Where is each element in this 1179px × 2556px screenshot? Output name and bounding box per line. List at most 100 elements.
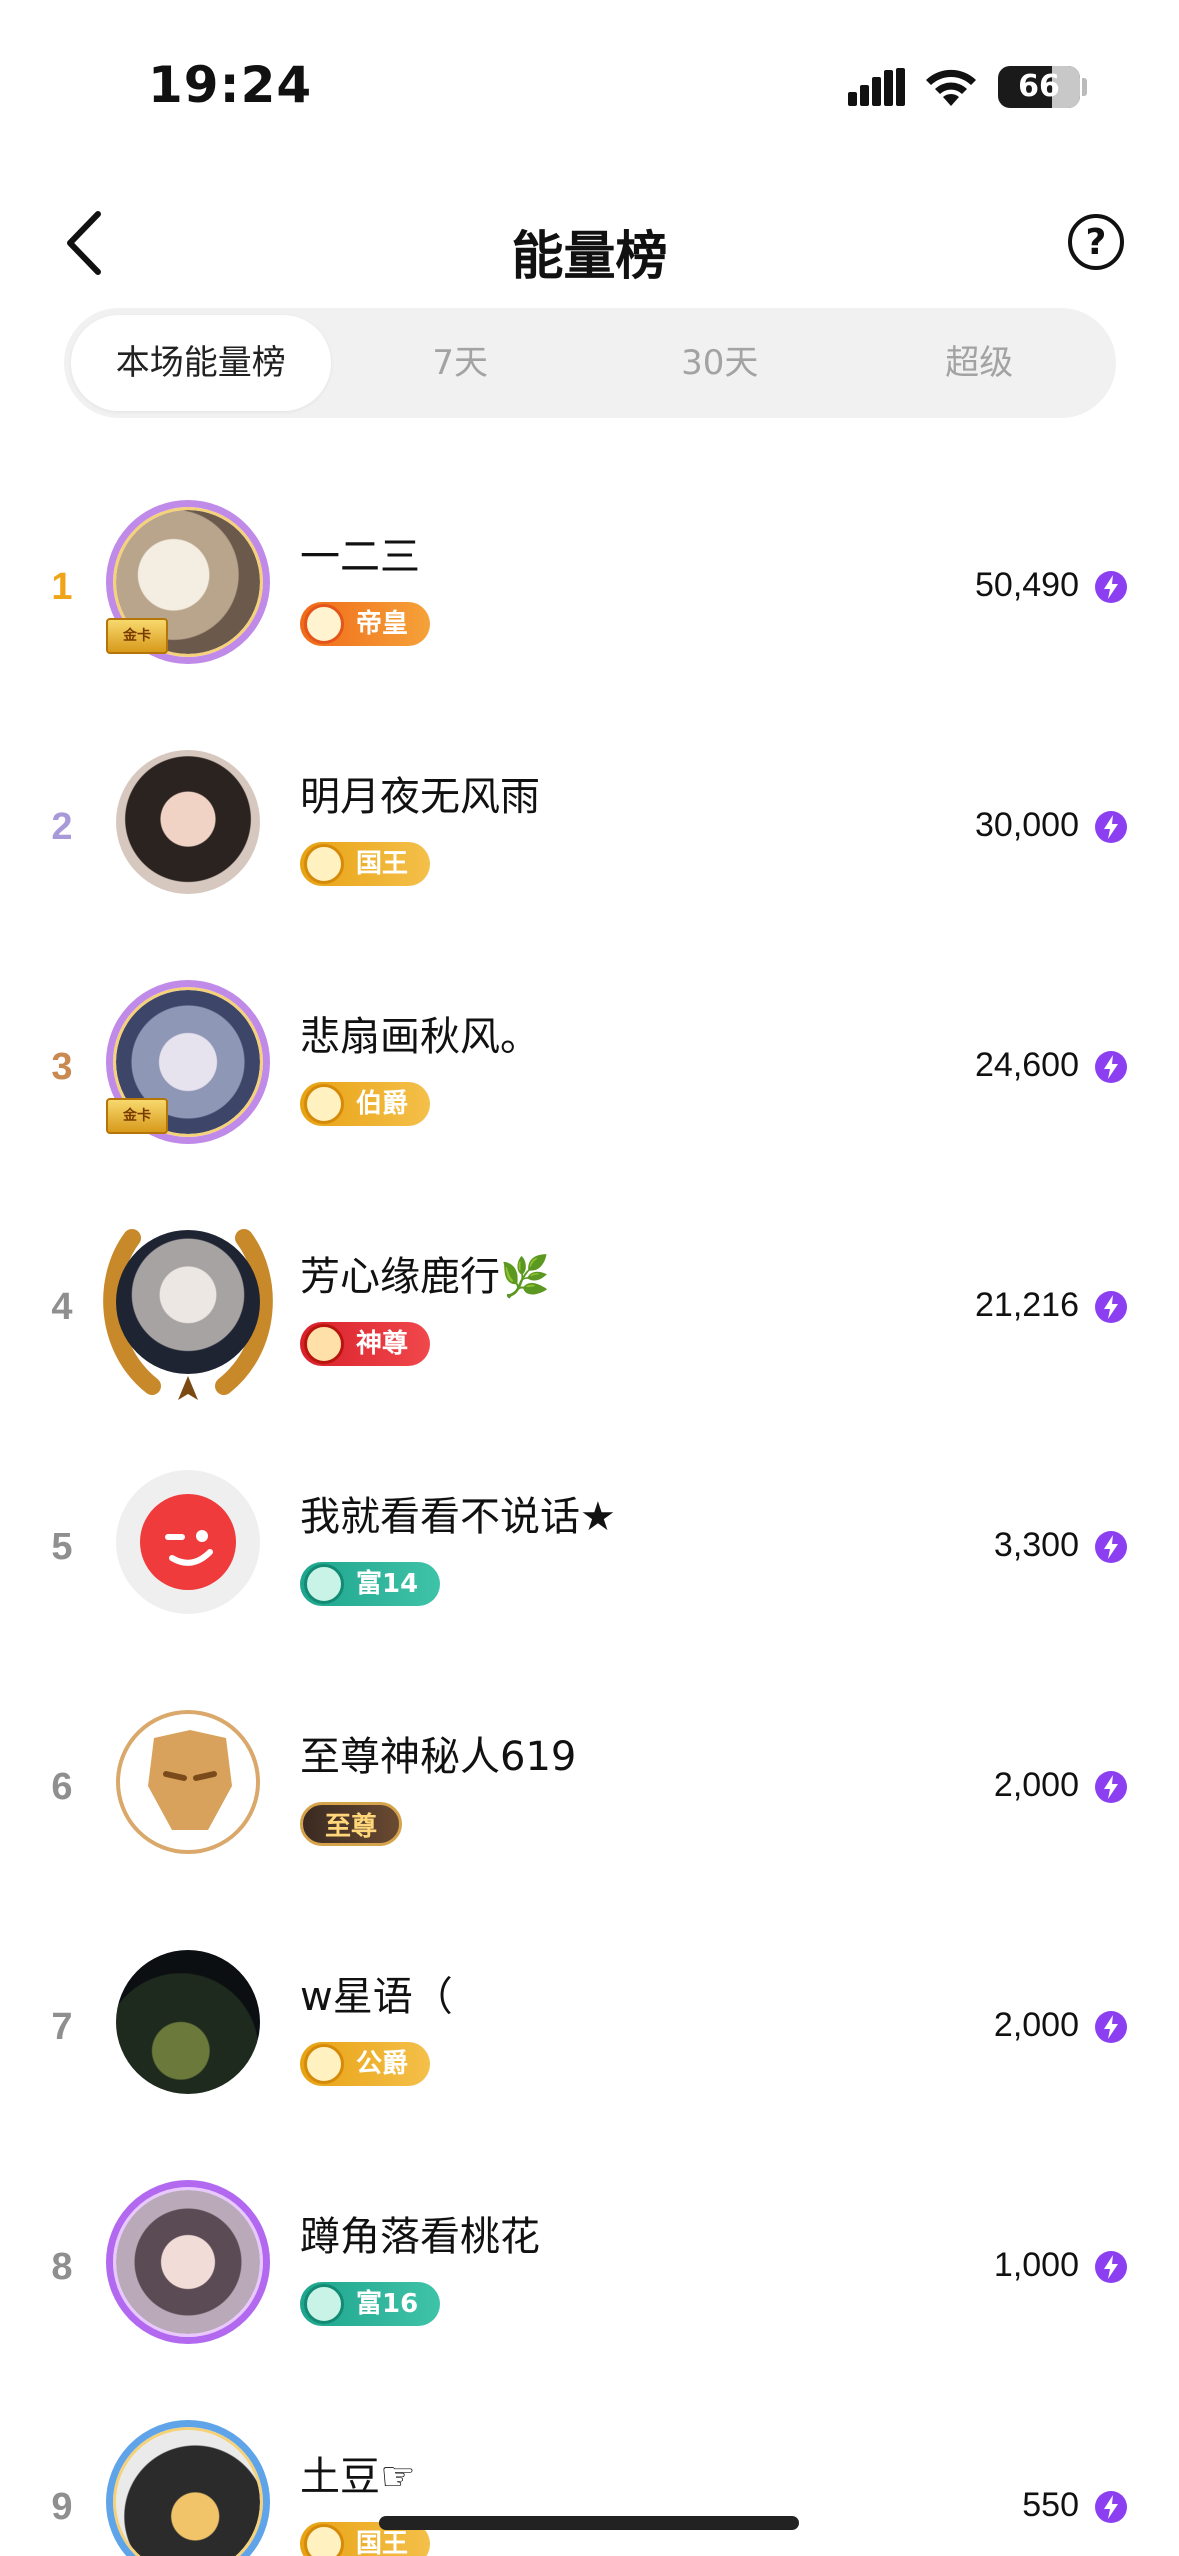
list-item[interactable]: 2 明月夜无风雨 国王 30,000 [0, 730, 1179, 970]
energy-score: 30,000 [975, 806, 1079, 844]
battery-tip [1082, 78, 1087, 96]
rank-number: 6 [51, 1766, 73, 1808]
energy-score: 50,490 [975, 566, 1079, 604]
energy-score: 24,600 [975, 1046, 1079, 1084]
level-badge-label: 国王 [356, 849, 409, 879]
level-badge-label: 神尊 [356, 1329, 409, 1359]
avatar[interactable] [112, 1946, 264, 2098]
user-name: 芳心缘鹿行🌿 [300, 1254, 550, 1300]
nav-bar: 能量榜 ? [0, 190, 1179, 300]
level-badge-label: 至尊 [325, 1812, 378, 1842]
energy-score: 1,000 [993, 2246, 1079, 2284]
avatar-frame [106, 2420, 270, 2556]
level-badge-label: 富16 [356, 2289, 419, 2319]
avatar[interactable]: 金卡 [106, 500, 270, 664]
wifi-icon [926, 69, 976, 106]
avatar-image [116, 1470, 260, 1614]
diamond-icon [304, 1084, 344, 1124]
user-name: w星语（ [300, 1974, 453, 2020]
status-time: 19:24 [148, 56, 313, 114]
diamond-icon [304, 2524, 344, 2556]
level-badge-label: 伯爵 [356, 1089, 409, 1119]
list-item[interactable]: 3 金卡 悲扇画秋风。 伯爵 24,600 [0, 970, 1179, 1210]
level-badge: 帝皇 [300, 602, 431, 646]
level-badge: 公爵 [300, 2042, 431, 2086]
energy-score: 21,216 [975, 1286, 1079, 1324]
energy-bolt-icon [1095, 1291, 1127, 1323]
mask-icon [148, 1730, 232, 1830]
user-name: 蹲角落看桃花 [300, 2214, 540, 2260]
gold-card-badge: 金卡 [106, 618, 168, 654]
avatar-frame [106, 2180, 270, 2344]
diamond-icon [304, 2044, 344, 2084]
user-name: 我就看看不说话★ [300, 1494, 616, 1540]
list-item[interactable]: 8 蹲角落看桃花 富16 1,000 [0, 2170, 1179, 2410]
shield-icon [304, 1324, 344, 1364]
gold-card-badge: 金卡 [106, 1098, 168, 1134]
user-name: 悲扇画秋风。 [300, 1014, 540, 1060]
avatar-image [116, 1950, 260, 2094]
level-badge: 国王 [300, 842, 431, 886]
list-item[interactable]: 1 金卡 一二三 帝皇 50,490 [0, 490, 1179, 730]
tab-super[interactable]: 超级 [850, 315, 1110, 411]
level-badge: 富14 [300, 1562, 441, 1606]
user-name: 一二三 [300, 534, 420, 580]
rank-number: 5 [51, 1526, 73, 1568]
energy-bolt-icon [1095, 1771, 1127, 1803]
avatar[interactable] [106, 2180, 270, 2344]
energy-bolt-icon [1095, 1531, 1127, 1563]
diamond-icon [304, 844, 344, 884]
avatar-image [116, 1230, 260, 1374]
list-item[interactable]: 7 w星语（ 公爵 2,000 [0, 1930, 1179, 2170]
wealth-icon [304, 1564, 344, 1604]
page-title: 能量榜 [511, 227, 668, 287]
level-badge: 富16 [300, 2282, 441, 2326]
wealth-icon [304, 2284, 344, 2324]
energy-bolt-icon [1095, 2251, 1127, 2283]
cellular-signal-icon [848, 68, 905, 106]
wink-face-icon [140, 1494, 236, 1590]
level-badge-label: 公爵 [356, 2049, 409, 2079]
battery-level: 66 [1018, 69, 1060, 104]
avatar[interactable] [112, 1466, 264, 1618]
energy-bolt-icon [1095, 811, 1127, 843]
energy-bolt-icon [1095, 2491, 1127, 2523]
period-tabs: 本场能量榜 7天 30天 超级 [64, 308, 1116, 418]
energy-bolt-icon [1095, 1051, 1127, 1083]
tab-30-days[interactable]: 30天 [590, 315, 850, 411]
rank-number: 3 [51, 1046, 73, 1088]
avatar[interactable]: 金卡 [106, 980, 270, 1144]
avatar[interactable] [106, 2420, 270, 2556]
list-item[interactable]: 6 至尊神秘人619 至尊 2,000 [0, 1690, 1179, 1930]
list-item[interactable]: 9 土豆☞ 国王 550 [0, 2410, 1179, 2556]
list-item[interactable]: 4 芳心缘鹿行🌿 神尊 21,216 [0, 1210, 1179, 1450]
level-badge-label: 帝皇 [356, 609, 409, 639]
tab-current-session[interactable]: 本场能量榜 [71, 315, 331, 411]
tab-7-days[interactable]: 7天 [331, 315, 591, 411]
level-badge: 神尊 [300, 1322, 431, 1366]
rank-number: 4 [51, 1286, 73, 1328]
energy-bolt-icon [1095, 2011, 1127, 2043]
user-name: 明月夜无风雨 [300, 774, 540, 820]
avatar[interactable] [112, 1706, 264, 1858]
home-indicator[interactable] [379, 2516, 799, 2530]
status-bar: 19:24 66 [0, 0, 1179, 150]
help-button[interactable]: ? [1068, 214, 1124, 270]
avatar[interactable] [103, 1226, 273, 1400]
avatar-image [116, 1710, 260, 1854]
avatar[interactable] [112, 746, 264, 898]
energy-bolt-icon [1095, 571, 1127, 603]
user-name: 土豆☞ [300, 2454, 416, 2500]
level-badge-label: 国王 [356, 2529, 409, 2556]
level-badge-label: 富14 [356, 1569, 419, 1599]
rank-number: 7 [51, 2006, 73, 2048]
energy-score: 550 [1022, 2486, 1079, 2524]
level-badge: 伯爵 [300, 1082, 431, 1126]
list-item[interactable]: 5 我就看看不说话★ 富14 3,300 [0, 1450, 1179, 1690]
avatar-image [116, 750, 260, 894]
rank-number: 1 [51, 566, 73, 608]
rank-number: 2 [51, 806, 73, 848]
level-badge: 至尊 [300, 1802, 403, 1846]
rank-number: 8 [51, 2246, 73, 2288]
battery-icon: 66 [998, 66, 1080, 108]
